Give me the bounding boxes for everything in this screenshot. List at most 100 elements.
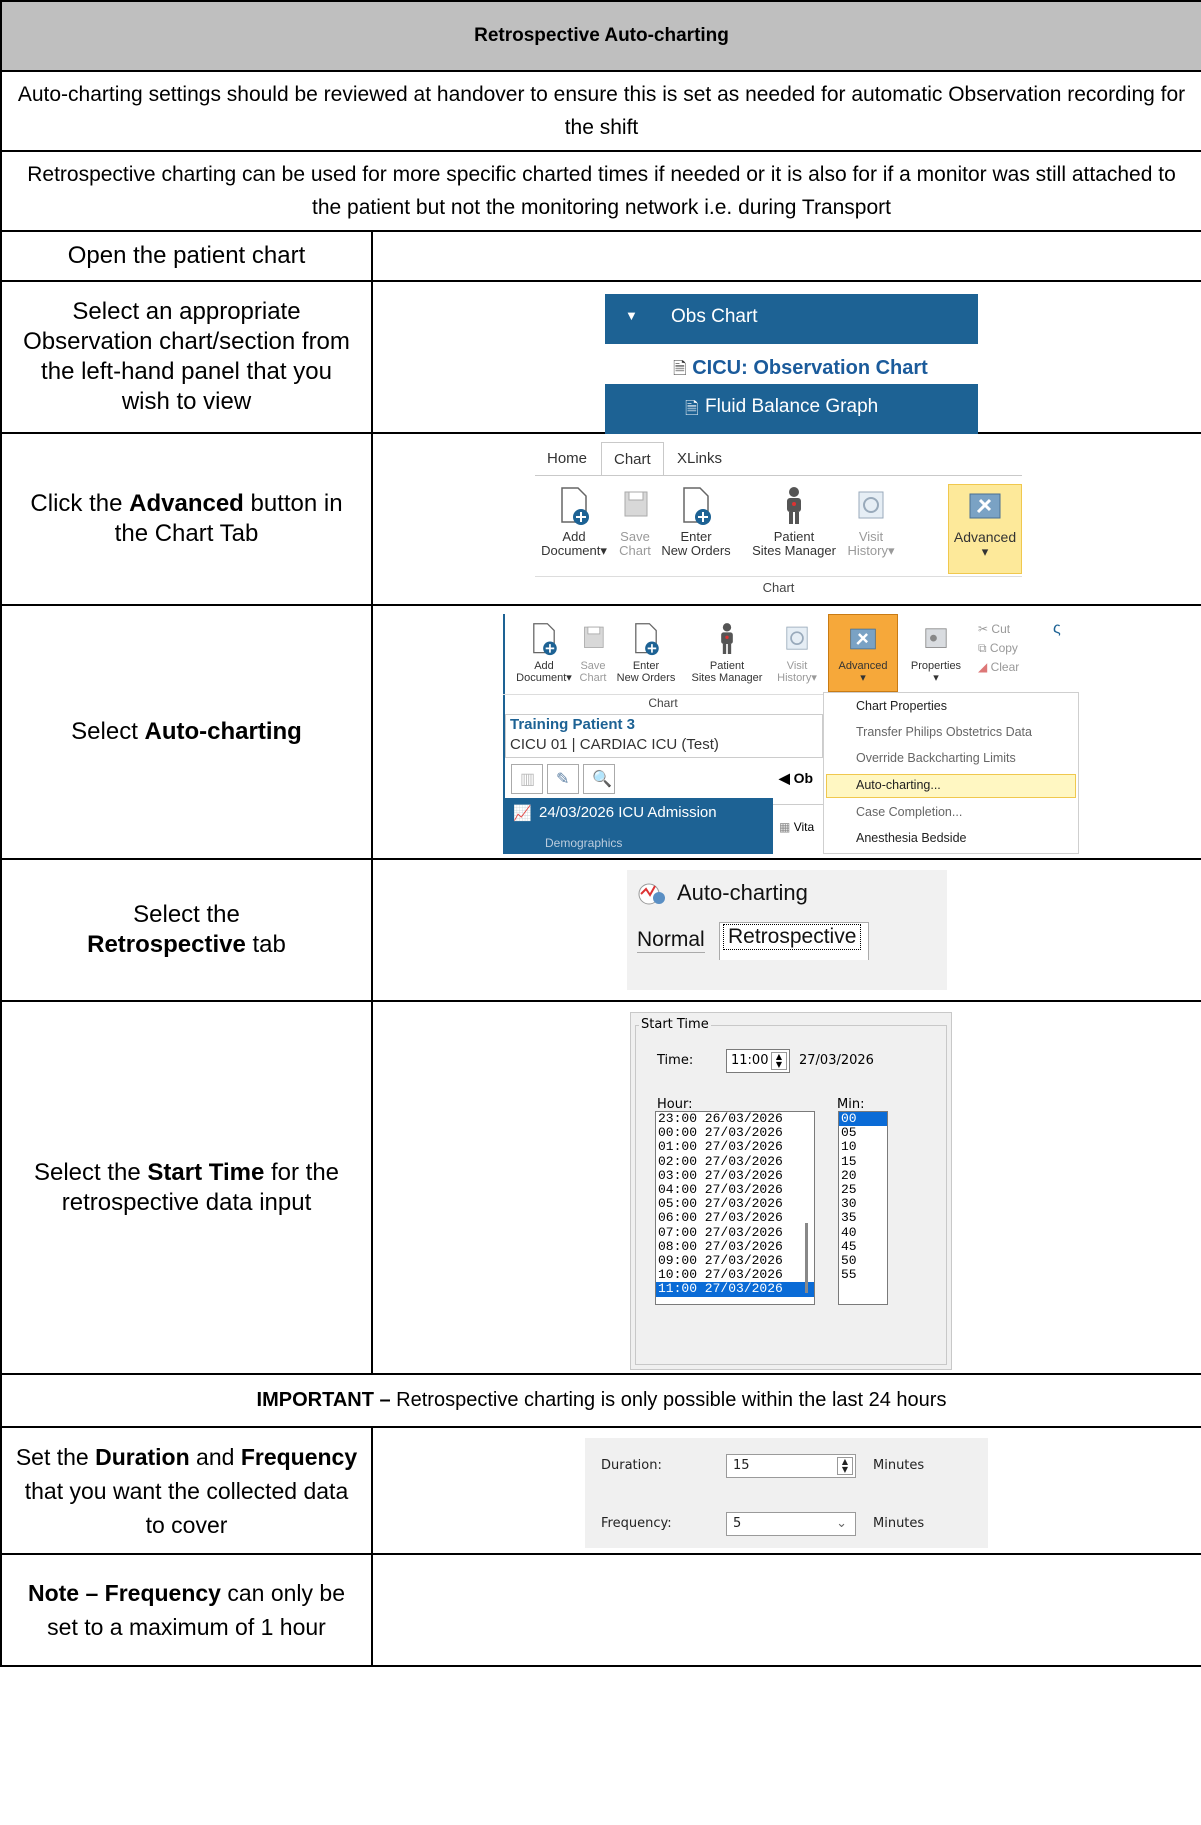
- ribbon-panel: Home Chart XLinks Add Document▾ Save Chart…: [535, 442, 1022, 600]
- frequency-value: 5: [733, 1516, 742, 1531]
- date-value: 27/03/2026: [799, 1053, 874, 1068]
- time-value: 11:00: [731, 1053, 769, 1068]
- minute-option[interactable]: 05: [839, 1126, 887, 1140]
- hour-option[interactable]: 02:00 27/03/2026: [656, 1154, 814, 1169]
- minute-option[interactable]: 35: [839, 1211, 887, 1225]
- minute-option[interactable]: 25: [839, 1182, 887, 1197]
- add-document-button[interactable]: Add Document▾: [539, 486, 609, 558]
- menu-override-backcharting[interactable]: Override Backcharting Limits: [856, 751, 1016, 765]
- properties-button[interactable]: Properties ▾: [901, 622, 971, 684]
- hour-option[interactable]: 00:00 27/03/2026: [656, 1126, 814, 1140]
- menu-anesthesia-bedside[interactable]: Anesthesia Bedside: [856, 831, 967, 845]
- minute-option[interactable]: 50: [839, 1253, 887, 1268]
- patient-location: CICU 01 | CARDIAC ICU (Test): [510, 736, 719, 753]
- hour-option[interactable]: 07:00 27/03/2026: [656, 1225, 814, 1240]
- cut-label: Cut: [991, 622, 1011, 636]
- hour-option[interactable]: 01:00 27/03/2026: [656, 1140, 814, 1154]
- patient-sites-manager-button[interactable]: Patient Sites Manager: [738, 486, 850, 558]
- properties-label: Properties: [910, 660, 962, 672]
- minute-option[interactable]: 15: [839, 1154, 887, 1169]
- btn-l2: ▾: [981, 544, 989, 559]
- encounter-item[interactable]: 📈 24/03/2026 ICU Admission Demographics: [505, 798, 773, 854]
- btn-l2: History▾: [847, 543, 895, 558]
- step-note: Note – Frequency can only be set to a ma…: [0, 1553, 373, 1667]
- step-open-text: Open the patient chart: [67, 242, 306, 269]
- hour-option[interactable]: 08:00 27/03/2026: [656, 1239, 814, 1254]
- vitals-item[interactable]: ▦ Vita: [779, 820, 814, 834]
- frequency-select[interactable]: 5 ⌄: [726, 1512, 856, 1536]
- minute-option[interactable]: 20: [839, 1168, 887, 1183]
- minute-option[interactable]: 00: [839, 1112, 887, 1127]
- hour-label: Hour:: [657, 1097, 693, 1112]
- fluid-balance-item[interactable]: 🗎 Fluid Balance Graph: [605, 384, 978, 434]
- tab-normal[interactable]: Normal: [637, 928, 705, 953]
- patient-sites-manager-button[interactable]: Patient Sites Manager: [681, 622, 773, 684]
- enter-new-orders-button[interactable]: Enter New Orders: [611, 622, 681, 684]
- minute-option[interactable]: 10: [839, 1140, 887, 1154]
- btn-l2: Sites Manager: [691, 672, 763, 684]
- save-chart-button[interactable]: Save Chart: [613, 486, 657, 558]
- chart-icon: 📈: [513, 805, 532, 822]
- duration-field[interactable]: 15 ▲ ▼: [726, 1454, 856, 1478]
- btn-l1: Add: [562, 529, 586, 544]
- visit-history-button[interactable]: Visit History▾: [839, 486, 903, 558]
- menu-auto-charting[interactable]: Auto-charting...: [856, 778, 941, 792]
- step-open: Open the patient chart: [0, 230, 373, 282]
- hour-listbox[interactable]: 23:00 26/03/2026 00:00 27/03/2026 01:00 27…: [655, 1111, 815, 1305]
- spin-arrows-icon[interactable]: ▲ ▼: [771, 1052, 787, 1070]
- hour-scrollbar[interactable]: [805, 1223, 808, 1293]
- btn-l2: ▾: [860, 672, 866, 684]
- hour-option[interactable]: 11:00 27/03/2026: [656, 1282, 814, 1297]
- hour-option[interactable]: 05:00 27/03/2026: [656, 1197, 814, 1211]
- time-spinner[interactable]: 11:00 ▲ ▼: [726, 1049, 790, 1073]
- copy-button[interactable]: ⧉ Copy: [978, 639, 1019, 658]
- add-document-button[interactable]: Add Document▾: [509, 622, 579, 684]
- advanced-button[interactable]: Advanced ▾: [948, 486, 1022, 559]
- hour-option[interactable]: 23:00 26/03/2026: [656, 1112, 814, 1126]
- observation-chart-link[interactable]: 🗎 CICU: Observation Chart: [673, 356, 928, 385]
- duration-unit: Minutes: [873, 1458, 925, 1473]
- autocharting-title: Auto-charting: [677, 880, 808, 905]
- minute-option[interactable]: 45: [839, 1239, 887, 1254]
- minute-listbox[interactable]: 00 05 10 15 20 25 30 35 40 45 50 55: [838, 1111, 888, 1305]
- tab-pin[interactable]: ✎: [547, 764, 579, 794]
- retro-intro: Retrospective charting can be used for m…: [0, 150, 1201, 232]
- dropdown-arrow: ▾: [933, 672, 939, 684]
- hour-option[interactable]: 10:00 27/03/2026: [656, 1268, 814, 1282]
- eraser-icon: ◢: [978, 660, 988, 674]
- step-select-obs: Select an appropriate Observation chart/…: [0, 280, 373, 434]
- menu-chart-properties[interactable]: Chart Properties: [856, 699, 947, 713]
- obs-chart-section[interactable]: ▼ Obs Chart: [605, 294, 978, 344]
- obs-nav[interactable]: ◀ Ob: [779, 770, 813, 787]
- visit-history-button[interactable]: Visit History▾: [771, 622, 823, 684]
- patient-name[interactable]: Training Patient 3: [510, 715, 822, 735]
- cut-button[interactable]: ✂ Cut: [978, 620, 1019, 639]
- tab-chart[interactable]: Chart: [601, 442, 664, 476]
- clear-button[interactable]: ◢ Clear: [978, 658, 1019, 677]
- step-select-obs-text: Select an appropriate Observation chart/…: [23, 298, 350, 415]
- advanced-button[interactable]: Advanced ▾: [828, 622, 898, 684]
- tab-retrospective[interactable]: Retrospective: [723, 924, 862, 950]
- spin-arrows-icon[interactable]: ▲ ▼: [837, 1457, 853, 1475]
- hour-option[interactable]: 06:00 27/03/2026: [656, 1211, 814, 1225]
- tab-xlinks[interactable]: XLinks: [665, 442, 734, 476]
- minute-option[interactable]: 30: [839, 1197, 887, 1211]
- table-header: Retrospective Auto-charting: [0, 0, 1201, 72]
- minute-option[interactable]: 40: [839, 1225, 887, 1240]
- tab-pages[interactable]: ▥: [511, 764, 543, 794]
- duration-label: Duration:: [601, 1458, 662, 1473]
- menu-case-completion[interactable]: Case Completion...: [856, 805, 962, 819]
- step-dur-bold2: Frequency: [240, 1443, 358, 1470]
- hour-option[interactable]: 04:00 27/03/2026: [656, 1182, 814, 1197]
- pages-icon: ▥: [520, 771, 536, 788]
- hour-option[interactable]: 09:00 27/03/2026: [656, 1253, 814, 1268]
- minute-option[interactable]: 55: [839, 1268, 887, 1282]
- enter-new-orders-button[interactable]: Enter New Orders: [655, 486, 737, 558]
- save-chart-button[interactable]: Save Chart: [575, 622, 611, 684]
- step-retro-bold: Retrospective: [87, 931, 246, 958]
- hour-option[interactable]: 03:00 27/03/2026: [656, 1168, 814, 1183]
- menu-transfer-philips[interactable]: Transfer Philips Obstetrics Data: [856, 725, 1032, 739]
- btn-l2: New Orders: [616, 672, 676, 684]
- tab-search[interactable]: 🔍: [583, 764, 615, 794]
- tab-home[interactable]: Home: [535, 442, 599, 476]
